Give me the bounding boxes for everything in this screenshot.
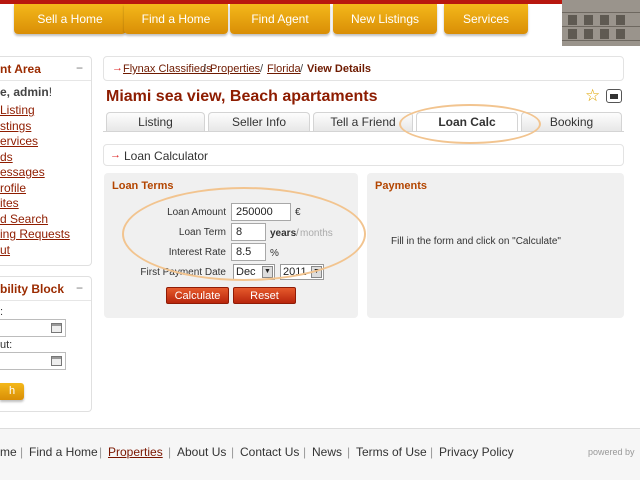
footer-separator: | [99, 445, 103, 459]
sidebar-link-services[interactable]: ervices [0, 134, 38, 148]
loan-term-label: Loan Term [178, 227, 226, 238]
breadcrumb: → Flynax Classifieds / Properties / Flor… [103, 56, 624, 81]
footer-separator: | [231, 445, 235, 459]
loan-term-input[interactable]: 8 [231, 223, 266, 241]
sidebar-link-favorites[interactable]: ites [0, 196, 19, 210]
print-icon[interactable] [606, 89, 622, 103]
checkout-label: ut: [0, 339, 13, 351]
interest-rate-input[interactable]: 8.5 [231, 243, 266, 261]
tab-underline [103, 131, 624, 132]
footer: me | Find a Home | Properties | About Us… [0, 428, 640, 480]
nav-find-agent[interactable]: Find Agent [230, 4, 330, 34]
footer-separator: | [20, 445, 24, 459]
footer-link-properties[interactable]: Properties [108, 445, 163, 459]
account-area-box: nt Area − e, admin! Listing stings ervic… [0, 56, 92, 266]
footer-link-privacy-policy[interactable]: Privacy Policy [439, 445, 514, 459]
breadcrumb-separator: / [203, 63, 207, 75]
loan-amount-input[interactable]: 250000 [231, 203, 291, 221]
tab-tell-a-friend[interactable]: Tell a Friend [313, 112, 413, 132]
first-payment-month-select[interactable]: Dec ▼ [233, 264, 275, 280]
loan-term-unit-years[interactable]: years [270, 228, 296, 239]
footer-link-contact-us[interactable]: Contact Us [240, 445, 299, 459]
footer-link-terms-of-use[interactable]: Terms of Use [356, 445, 427, 459]
footer-separator: | [303, 445, 307, 459]
sidebar-link-add-listing[interactable]: Listing [0, 103, 35, 117]
loan-terms-header: Loan Terms [112, 180, 174, 192]
footer-link-news[interactable]: News [312, 445, 342, 459]
reset-button[interactable]: Reset [233, 287, 296, 304]
nav-services[interactable]: Services [444, 4, 528, 34]
payments-header: Payments [375, 180, 427, 192]
breadcrumb-link-home[interactable]: Flynax Classifieds [123, 63, 212, 75]
favorite-star-icon[interactable]: ☆ [585, 86, 600, 106]
breadcrumb-current: View Details [307, 63, 371, 75]
nav-new-listings[interactable]: New Listings [333, 4, 437, 34]
breadcrumb-separator: / [260, 63, 264, 75]
checkin-label: : [0, 306, 4, 318]
availability-block-box: bility Block − : ut: h [0, 276, 92, 412]
footer-separator: | [430, 445, 434, 459]
tab-booking[interactable]: Booking [521, 112, 622, 132]
sidebar-link-profile[interactable]: rofile [0, 181, 26, 195]
checkout-date-input[interactable] [0, 352, 66, 370]
percent-sign: % [270, 248, 279, 259]
sidebar-link-ads[interactable]: ds [0, 150, 13, 164]
interest-rate-label: Interest Rate [168, 247, 226, 258]
powered-by-text: powered by [588, 447, 635, 457]
arrow-right-icon: → [110, 149, 121, 161]
first-payment-year-select[interactable]: 2011 ▼ [280, 264, 324, 280]
breadcrumb-link-florida[interactable]: Florida [267, 63, 301, 75]
loan-term-unit-separator: / [296, 228, 299, 239]
sidebar-link-saved-search[interactable]: d Search [0, 212, 48, 226]
chevron-down-icon[interactable]: ▼ [262, 266, 273, 278]
sidebar-link-logout[interactable]: ut [0, 243, 10, 257]
loan-calculator-header: → Loan Calculator [103, 144, 624, 166]
greeting: e, admin! [0, 85, 53, 99]
sidebar-link-my-listings[interactable]: stings [0, 119, 31, 133]
listing-title: Miami sea view, Beach apartaments [106, 88, 378, 105]
collapse-icon[interactable]: − [76, 281, 83, 295]
currency-symbol: € [295, 207, 301, 218]
calendar-icon[interactable] [51, 323, 62, 333]
tab-loan-calc[interactable]: Loan Calc [416, 112, 518, 132]
arrow-right-icon: → [112, 62, 123, 74]
tab-listing[interactable]: Listing [106, 112, 205, 132]
nav-sell-a-home[interactable]: Sell a Home [14, 4, 126, 34]
footer-separator: | [168, 445, 172, 459]
top-navigation: Sell a Home Find a Home Find Agent New L… [0, 0, 640, 46]
sidebar-link-booking-requests[interactable]: ing Requests [0, 227, 70, 241]
chevron-down-icon[interactable]: ▼ [311, 266, 322, 278]
username: admin [13, 85, 49, 99]
calculate-button[interactable]: Calculate [166, 287, 229, 304]
footer-link-about-us[interactable]: About Us [177, 445, 226, 459]
breadcrumb-link-properties[interactable]: Properties [210, 63, 260, 75]
tab-seller-info[interactable]: Seller Info [208, 112, 310, 132]
nav-find-a-home[interactable]: Find a Home [124, 4, 228, 34]
collapse-icon[interactable]: − [76, 61, 83, 75]
loan-amount-label: Loan Amount [167, 207, 226, 218]
checkin-date-input[interactable] [0, 319, 66, 337]
breadcrumb-separator: / [300, 63, 304, 75]
sidebar-link-messages[interactable]: essages [0, 165, 45, 179]
payments-hint-text: Fill in the form and click on "Calculate… [391, 236, 561, 247]
footer-link-home[interactable]: me [0, 445, 17, 459]
loan-calculator-title: Loan Calculator [124, 149, 209, 163]
availability-search-button[interactable]: h [0, 383, 24, 400]
calendar-icon[interactable] [51, 356, 62, 366]
footer-link-find-a-home[interactable]: Find a Home [29, 445, 98, 459]
footer-separator: | [347, 445, 351, 459]
first-payment-date-label: First Payment Date [140, 267, 226, 278]
header-building-image [562, 0, 640, 46]
loan-term-unit-months[interactable]: months [300, 228, 333, 239]
